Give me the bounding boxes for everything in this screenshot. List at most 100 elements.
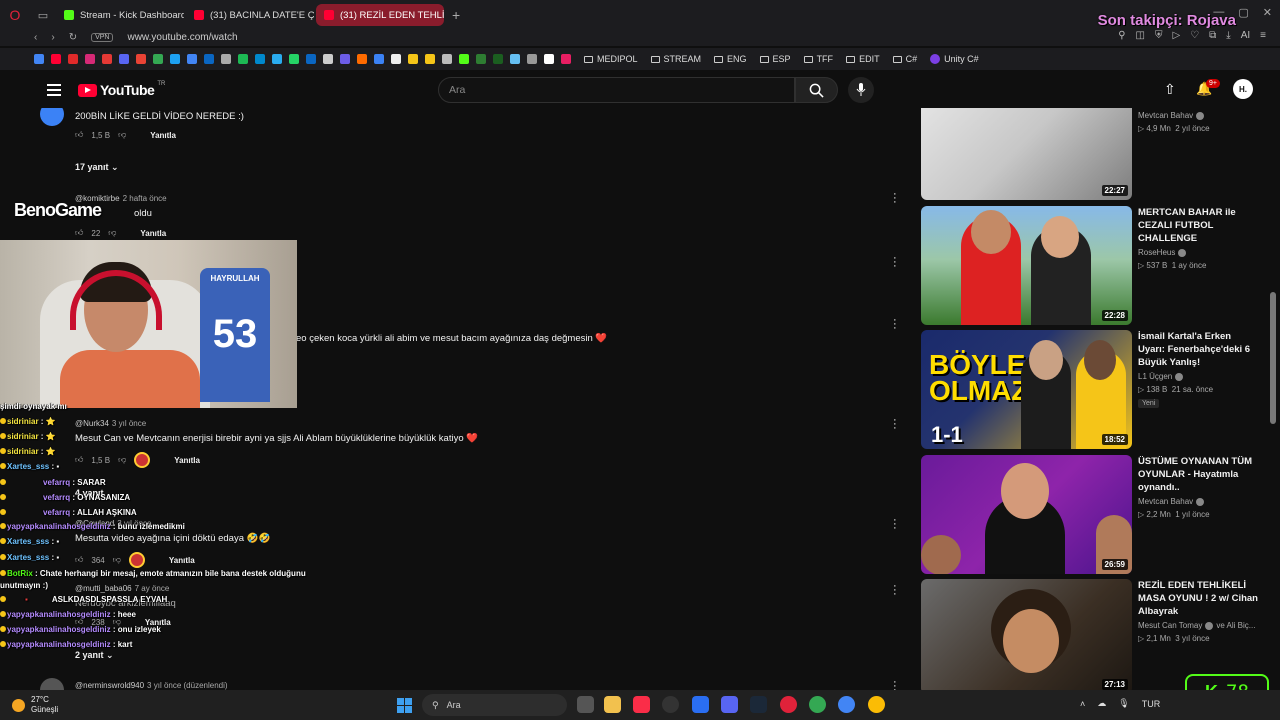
like-icon[interactable]: 👍︎ — [75, 130, 83, 140]
bookmark-folder-edit[interactable]: EDIT — [846, 54, 880, 64]
discord-icon[interactable] — [721, 696, 738, 713]
bookmark-icon[interactable] — [255, 54, 265, 64]
bookmark-icon[interactable] — [170, 54, 180, 64]
voice-search-button[interactable] — [848, 77, 874, 103]
like-icon[interactable]: 👍︎ — [75, 228, 83, 238]
language-indicator[interactable]: TUR — [1142, 699, 1161, 709]
extensions-icon[interactable]: ⧉ — [1209, 30, 1216, 41]
bookmark-tff[interactable]: TFF — [803, 54, 833, 64]
video-title[interactable]: MERTCAN BAHAR ile CEZALI FUTBOL CHALLENG… — [1138, 206, 1258, 245]
bookmark-folder-csharp[interactable]: C# — [892, 54, 917, 64]
google-bookmark-icon[interactable] — [34, 54, 44, 64]
chevron-up-icon[interactable]: ˄ — [1080, 699, 1085, 709]
file-explorer-icon[interactable] — [604, 696, 621, 713]
bookmark-folder-medipol[interactable]: MEDIPOL — [584, 54, 638, 64]
account-avatar[interactable]: H. — [1233, 79, 1253, 99]
steam-icon[interactable] — [750, 696, 767, 713]
app-icon[interactable] — [692, 696, 709, 713]
tab-youtube-date[interactable]: (31) BACINLA DATE'E ÇIKT — [186, 4, 314, 26]
chrome-icon[interactable] — [838, 696, 855, 713]
menu-icon[interactable]: ≡ — [1260, 30, 1266, 41]
workspaces-icon[interactable]: ▭ — [30, 9, 56, 22]
tab-youtube-active[interactable]: (31) REZİL EDEN TEHLİKEL — [316, 4, 444, 26]
video-thumbnail[interactable]: 26:59 — [921, 455, 1132, 574]
camera-icon[interactable]: ◫ — [1136, 30, 1145, 41]
more-options-icon[interactable]: · · · — [893, 253, 899, 272]
reply-button[interactable]: Yanıtla — [140, 229, 166, 238]
channel-name[interactable]: Mevtcan Bahav — [1138, 497, 1205, 506]
chrome-icon[interactable] — [868, 696, 885, 713]
opera-taskbar-icon[interactable] — [780, 696, 797, 713]
bookmark-folder-stream[interactable]: STREAM — [650, 54, 701, 64]
more-options-icon[interactable]: · · · — [893, 315, 899, 334]
close-window-button[interactable]: ✕ — [1263, 6, 1272, 19]
weather-widget[interactable]: 27°C Güneşli — [12, 695, 58, 715]
gmail-bookmark-icon[interactable] — [136, 54, 146, 64]
kick-bookmark-icon[interactable] — [459, 54, 469, 64]
channel-name[interactable]: RoseHeus — [1138, 248, 1187, 257]
bookmark-icon[interactable] — [442, 54, 452, 64]
video-thumbnail[interactable]: BÖYLE OLMAZ! 1-1 18:52 — [921, 330, 1132, 449]
video-title[interactable]: ÜSTÜME OYNANAN TÜM OYUNLAR - Hayatımla o… — [1138, 455, 1258, 494]
bookmark-unity-csharp[interactable]: Unity C# — [930, 54, 979, 64]
bookmark-icon[interactable] — [493, 54, 503, 64]
bookmark-icon[interactable] — [527, 54, 537, 64]
avatar[interactable] — [40, 108, 64, 126]
bookmark-icon[interactable] — [425, 54, 435, 64]
more-options-icon[interactable]: · · · — [893, 189, 899, 208]
video-title[interactable]: İsmail Kartal'a Erken Uyarı: Fenerbahçe'… — [1138, 330, 1258, 369]
search-button[interactable] — [795, 77, 838, 103]
microphone-icon[interactable]: 🎙︎ — [1118, 698, 1129, 709]
dislike-icon[interactable]: 👎︎ — [108, 228, 116, 238]
netflix-bookmark-icon[interactable] — [68, 54, 78, 64]
bookmark-folder-eng[interactable]: ENG — [714, 54, 747, 64]
bookmark-icon[interactable] — [374, 54, 384, 64]
bookmark-icon[interactable] — [340, 54, 350, 64]
bookmark-icon[interactable] — [323, 54, 333, 64]
opera-logo-icon[interactable]: O — [0, 0, 30, 30]
taskbar-search-input[interactable]: ⚲ Ara — [422, 694, 567, 716]
vpn-badge[interactable]: VPN — [91, 32, 114, 42]
new-tab-button[interactable]: + — [446, 7, 466, 23]
app-icon[interactable] — [662, 696, 679, 713]
telegram-bookmark-icon[interactable] — [272, 54, 282, 64]
heart-icon[interactable]: ♡ — [1190, 30, 1199, 41]
task-view-icon[interactable] — [577, 696, 594, 713]
bookmark-icon[interactable] — [357, 54, 367, 64]
video-thumbnail[interactable]: 22:28 — [921, 206, 1132, 325]
video-thumbnail[interactable]: 27:13 — [921, 579, 1132, 690]
more-options-icon[interactable]: · · · — [893, 415, 899, 434]
tab-kick-dashboard[interactable]: Stream - Kick Dashboard — [56, 4, 184, 26]
bookmark-icon[interactable] — [408, 54, 418, 64]
bookmark-icon[interactable] — [561, 54, 571, 64]
menu-icon[interactable] — [47, 84, 61, 99]
music-app-icon[interactable] — [633, 696, 650, 713]
reload-icon[interactable]: ↻ — [69, 32, 77, 43]
bookmark-icon[interactable] — [119, 54, 129, 64]
bookmark-icon[interactable] — [476, 54, 486, 64]
page-scrollbar[interactable] — [1270, 292, 1276, 424]
drive-bookmark-icon[interactable] — [153, 54, 163, 64]
spotify-bookmark-icon[interactable] — [238, 54, 248, 64]
more-options-icon[interactable]: · · · — [893, 515, 899, 534]
url-field[interactable]: www.youtube.com/watch — [127, 32, 237, 43]
bookmark-icon[interactable] — [204, 54, 214, 64]
bookmark-icon[interactable] — [544, 54, 554, 64]
maps-bookmark-icon[interactable] — [187, 54, 197, 64]
back-icon[interactable]: ‹ — [34, 32, 37, 43]
steam-bookmark-icon[interactable] — [510, 54, 520, 64]
start-menu-icon[interactable] — [397, 698, 412, 713]
play-icon[interactable]: ▷ — [1172, 30, 1180, 41]
channel-name[interactable]: Mevtcan Bahav — [1138, 111, 1205, 120]
reply-button[interactable]: Yanıtla — [150, 131, 176, 140]
create-upload-icon[interactable]: ⇧ — [1164, 81, 1176, 98]
video-title[interactable]: REZİL EDEN TEHLİKELİ MASA OYUNU ! 2 w/ C… — [1138, 579, 1258, 618]
more-options-icon[interactable]: · · · — [893, 581, 899, 600]
video-thumbnail[interactable]: 22:27 — [921, 108, 1132, 200]
linkedin-bookmark-icon[interactable] — [306, 54, 316, 64]
channel-name[interactable]: L1 Üçgen — [1138, 372, 1184, 381]
bookmark-icon[interactable] — [221, 54, 231, 64]
shield-icon[interactable]: ⛨ — [1155, 30, 1163, 41]
bookmark-folder-esp[interactable]: ESP — [759, 54, 791, 64]
bookmark-icon[interactable] — [102, 54, 112, 64]
